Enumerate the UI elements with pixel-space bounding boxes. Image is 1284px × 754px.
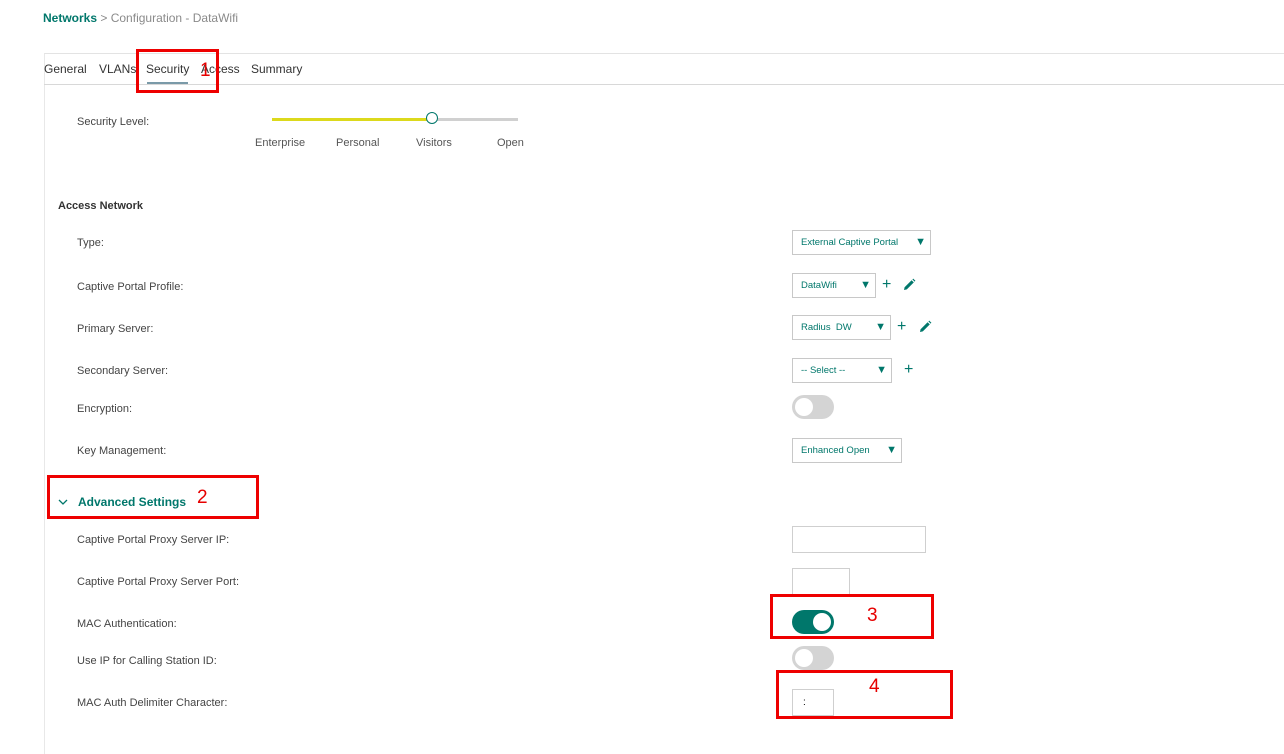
- key-management-label: Key Management:: [77, 445, 167, 457]
- security-level-slider[interactable]: [272, 118, 518, 121]
- primary-server-label: Primary Server:: [77, 323, 154, 335]
- type-label: Type:: [77, 237, 104, 249]
- annotation-box-3: [770, 594, 934, 639]
- type-select-value: External Captive Portal: [801, 237, 899, 248]
- triangle-down-icon: ▼: [875, 321, 886, 333]
- triangle-down-icon: ▼: [860, 279, 871, 291]
- toggle-knob: [795, 649, 813, 667]
- use-ip-calling-station-label: Use IP for Calling Station ID:: [77, 655, 217, 667]
- primary-server-select[interactable]: Radius DW ▼: [792, 315, 891, 340]
- pencil-icon[interactable]: [918, 320, 932, 334]
- annotation-box-4: [776, 670, 953, 719]
- annotation-number-4: 4: [869, 676, 880, 697]
- triangle-down-icon: ▼: [915, 236, 926, 248]
- tab-summary[interactable]: Summary: [251, 62, 302, 76]
- triangle-down-icon: ▼: [876, 364, 887, 376]
- security-level-label: Security Level:: [77, 116, 150, 128]
- level-visitors[interactable]: Visitors: [416, 137, 452, 149]
- config-panel: [44, 53, 1284, 754]
- key-management-select[interactable]: Enhanced Open ▼: [792, 438, 902, 463]
- access-network-heading: Access Network: [58, 200, 143, 212]
- toggle-knob: [795, 398, 813, 416]
- secondary-server-label: Secondary Server:: [77, 365, 169, 377]
- pencil-icon[interactable]: [902, 278, 916, 292]
- secondary-server-value: -- Select --: [801, 365, 846, 376]
- proxy-port-input[interactable]: [792, 568, 850, 595]
- primary-server-value: Radius DW: [801, 322, 852, 333]
- security-level-slider-fill: [272, 118, 432, 121]
- captive-portal-profile-select[interactable]: DataWifi ▼: [792, 273, 876, 298]
- encryption-toggle[interactable]: [792, 395, 834, 419]
- annotation-number-3: 3: [867, 605, 878, 626]
- tab-general[interactable]: General: [44, 62, 87, 76]
- level-enterprise[interactable]: Enterprise: [255, 137, 305, 149]
- key-management-value: Enhanced Open: [801, 445, 870, 456]
- tab-divider: [44, 84, 1284, 85]
- level-personal[interactable]: Personal: [336, 137, 379, 149]
- annotation-number-2: 2: [197, 487, 208, 508]
- proxy-port-label: Captive Portal Proxy Server Port:: [77, 576, 240, 588]
- breadcrumb-networks-link[interactable]: Networks: [43, 11, 97, 25]
- level-open[interactable]: Open: [497, 137, 524, 149]
- proxy-ip-input[interactable]: [792, 526, 926, 553]
- mac-delimiter-label: MAC Auth Delimiter Character:: [77, 697, 228, 709]
- breadcrumb: Networks > Configuration - DataWifi: [43, 11, 238, 25]
- plus-icon[interactable]: +: [904, 362, 913, 378]
- tab-vlans[interactable]: VLANs: [99, 62, 136, 76]
- breadcrumb-separator: >: [97, 11, 111, 25]
- captive-portal-profile-label: Captive Portal Profile:: [77, 281, 184, 293]
- plus-icon[interactable]: +: [897, 319, 906, 335]
- captive-portal-profile-value: DataWifi: [801, 280, 837, 291]
- plus-icon[interactable]: +: [882, 277, 891, 293]
- use-ip-calling-station-toggle[interactable]: [792, 646, 834, 670]
- annotation-box-2: [47, 475, 259, 519]
- security-level-slider-handle[interactable]: [426, 112, 438, 124]
- type-select[interactable]: External Captive Portal ▼: [792, 230, 931, 255]
- breadcrumb-current: Configuration - DataWifi: [110, 11, 239, 25]
- annotation-number-1: 1: [200, 60, 211, 81]
- encryption-label: Encryption:: [77, 403, 133, 415]
- mac-authentication-label: MAC Authentication:: [77, 618, 177, 630]
- proxy-ip-label: Captive Portal Proxy Server IP:: [77, 534, 230, 546]
- triangle-down-icon: ▼: [886, 444, 897, 456]
- secondary-server-select[interactable]: -- Select -- ▼: [792, 358, 892, 383]
